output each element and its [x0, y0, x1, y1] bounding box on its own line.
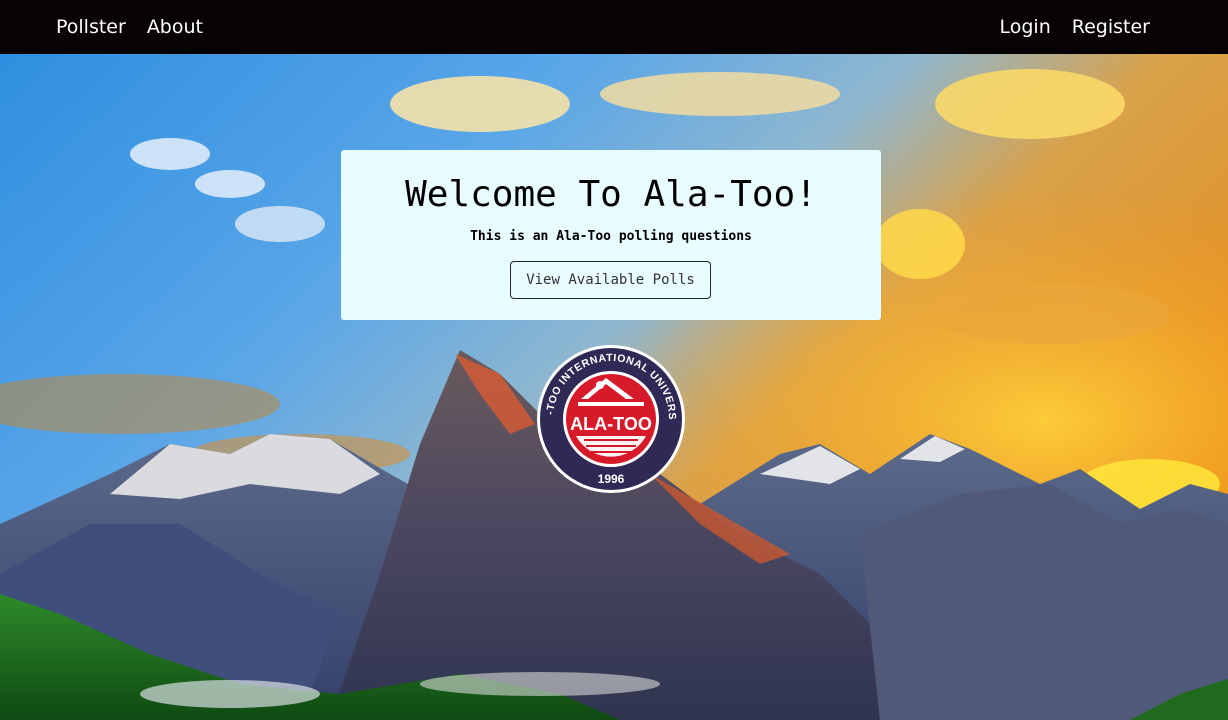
welcome-card: Welcome To Ala-Too! This is an Ala-Too p…	[341, 150, 881, 320]
logo-name-text: ALA-TOO	[570, 414, 652, 434]
nav-login-link[interactable]: Login	[1000, 16, 1051, 38]
nav-left: Pollster About	[56, 16, 203, 38]
nav-right: Login Register	[1000, 16, 1151, 38]
top-navbar: Pollster About Login Register	[0, 0, 1228, 54]
view-polls-button[interactable]: View Available Polls	[510, 261, 711, 299]
welcome-subtitle: This is an Ala-Too polling questions	[470, 229, 752, 244]
nav-about-link[interactable]: About	[147, 16, 203, 38]
logo-year-text: 1996	[598, 472, 625, 486]
welcome-title: Welcome To Ala-Too!	[405, 174, 817, 215]
nav-brand-link[interactable]: Pollster	[56, 16, 126, 38]
ala-too-university-logo: ALA-TOO INTERNATIONAL UNIVERSITY ALA-TOO…	[536, 344, 685, 493]
nav-register-link[interactable]: Register	[1072, 16, 1150, 38]
